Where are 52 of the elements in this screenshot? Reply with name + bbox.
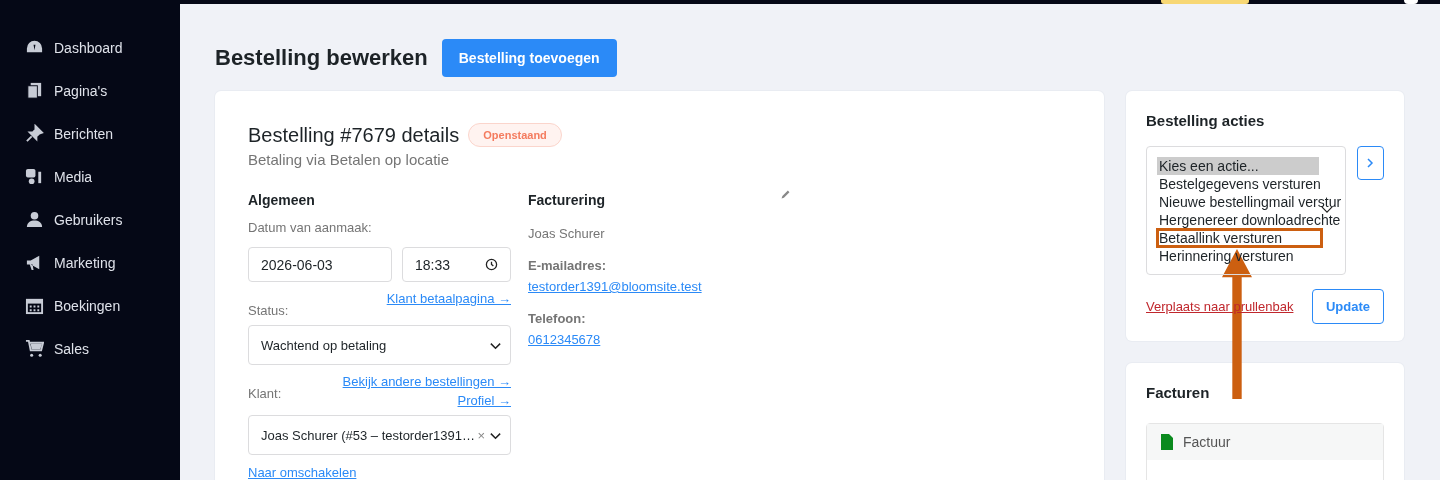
sidebar-item[interactable]: Gebruikers [0,198,180,241]
chevron-down-icon [1320,205,1333,214]
sidebar-item[interactable]: Boekingen [0,284,180,327]
customer-dropdown[interactable]: Joas Schurer (#53 – testorder1391… × [248,415,511,455]
cart-icon [25,339,44,358]
apply-action-button[interactable] [1356,146,1384,180]
card-title: Bestelling acties [1146,112,1266,129]
sidebar-item[interactable]: Media [0,155,180,198]
status-dropdown[interactable]: Wachtend op betaling [248,325,511,365]
field-label: E-mailadres: [528,258,607,273]
user-icon [25,210,44,229]
pages-icon [25,81,44,100]
time-field[interactable]: 18:33 [402,247,511,282]
pin-icon [25,124,44,143]
sidebar-item[interactable]: Sales [0,327,180,370]
action-option[interactable]: Bestelgegevens versturen [1157,175,1321,193]
action-option[interactable]: Nieuwe bestellingmail verstur [1157,193,1342,211]
action-option[interactable]: Kies een actie... [1157,157,1319,175]
field-label: Telefoon: [528,311,586,326]
payment-method: Betaling via Betalen op locatie [248,151,450,168]
payment-page-link[interactable]: Klant betaalpagina → [386,291,511,306]
field-label: Status: [248,303,289,318]
field-label: Klant: [248,386,282,401]
order-title: Bestelling #7679 details [248,123,460,147]
avatar-icon[interactable] [1404,0,1418,4]
action-option[interactable]: Betaallink versturen [1157,229,1322,247]
sidebar-item[interactable]: Dashboard [0,26,180,69]
clock-icon [485,258,498,271]
sidebar-item[interactable]: Pagina's [0,69,180,112]
section-heading: Algemeen [248,192,316,208]
email-link[interactable]: testorder1391@bloomsite.test [528,279,702,294]
date-field[interactable]: 2026-06-03 [248,247,392,282]
billing-name: Joas Schurer [528,226,605,241]
media-icon [25,167,44,186]
action-option[interactable]: Hergenereer downloadrechte [1157,211,1341,229]
status-badge: Openstaand [468,123,562,147]
field-label: Datum van aanmaak: [248,220,373,235]
section-heading: Facturering [528,192,605,208]
page-title: Bestelling bewerken [215,45,428,71]
switch-link[interactable]: Naar omschakelen [248,465,357,480]
clear-icon[interactable]: × [477,427,485,443]
sidebar-item[interactable]: Marketing [0,241,180,284]
phone-link[interactable]: 0612345678 [528,332,601,347]
customer-link[interactable]: Profiel → [457,393,511,408]
chevron-right-icon [1365,158,1376,168]
customer-link[interactable]: Bekijk andere bestellingen → [342,374,511,389]
card-title: Facturen [1146,384,1211,401]
pencil-icon[interactable] [780,189,791,200]
calendar-icon [25,296,44,315]
document-icon [1161,434,1173,450]
sidebar-item[interactable]: Berichten [0,112,180,155]
invoice-item[interactable]: Factuur [1147,424,1383,460]
